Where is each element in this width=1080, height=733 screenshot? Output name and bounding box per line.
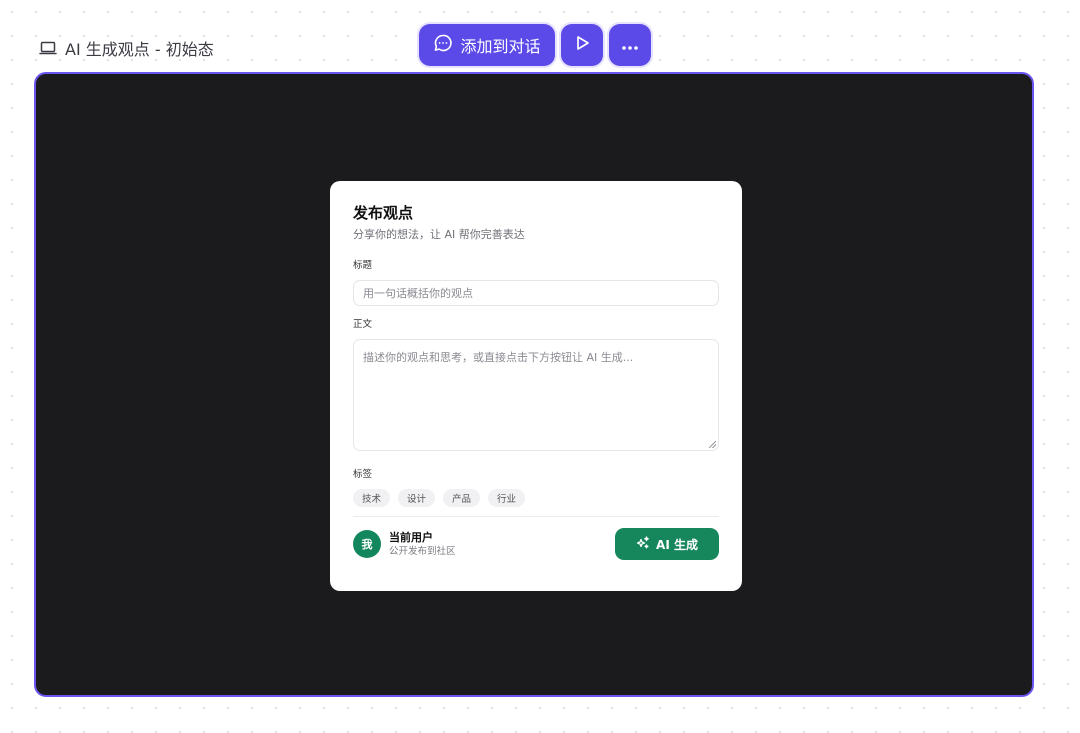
floating-toolbar: 添加到对话: [419, 24, 651, 66]
tags-label: 标签: [353, 469, 373, 480]
add-to-chat-label: 添加到对话: [460, 37, 541, 56]
title-input[interactable]: 用一句话概括你的观点: [353, 280, 719, 306]
card-title: 发布观点: [353, 204, 414, 222]
add-to-chat-button[interactable]: 添加到对话: [419, 24, 555, 66]
publish-opinion-card: 发布观点 分享你的想法，让 AI 帮你完善表达 标题 用一句话概括你的观点 正文…: [330, 181, 742, 591]
sparkles-icon: [636, 535, 650, 553]
laptop-icon: [39, 41, 57, 55]
frame-title: AI 生成观点 - 初始态: [39, 37, 214, 59]
body-field-label: 正文: [353, 319, 373, 330]
resize-handle-icon[interactable]: [709, 441, 716, 448]
tag-chip[interactable]: 产品: [443, 489, 481, 507]
play-button[interactable]: [561, 24, 603, 66]
card-footer: 我 当前用户 公开发布到社区 AI 生成: [353, 528, 719, 560]
footer-divider: [353, 516, 719, 517]
user-visibility: 公开发布到社区: [389, 545, 456, 557]
tag-chip[interactable]: 设计: [398, 489, 436, 507]
title-input-placeholder: 用一句话概括你的观点: [363, 287, 473, 300]
card-subtitle: 分享你的想法，让 AI 帮你完善表达: [353, 228, 525, 241]
tag-chip[interactable]: 技术: [353, 489, 391, 507]
chat-bubble-icon: [433, 33, 453, 57]
ai-generate-label: AI 生成: [656, 537, 698, 552]
avatar: 我: [353, 530, 381, 558]
more-button[interactable]: [609, 24, 651, 66]
frame-title-text: AI 生成观点 - 初始态: [65, 40, 214, 59]
tag-chip[interactable]: 行业: [488, 489, 526, 507]
body-textarea-placeholder: 描述你的观点和思考，或直接点击下方按钮让 AI 生成...: [363, 351, 634, 364]
preview-canvas: 发布观点 分享你的想法，让 AI 帮你完善表达 标题 用一句话概括你的观点 正文…: [34, 72, 1034, 697]
more-horizontal-icon: [621, 36, 639, 55]
title-field-label: 标题: [353, 260, 373, 271]
ai-generate-button[interactable]: AI 生成: [615, 528, 719, 560]
play-icon: [573, 34, 591, 56]
user-name: 当前用户: [389, 530, 433, 544]
tag-list: 技术 设计 产品 行业: [353, 489, 719, 507]
user-info: 我 当前用户 公开发布到社区: [353, 530, 456, 558]
body-textarea[interactable]: 描述你的观点和思考，或直接点击下方按钮让 AI 生成...: [353, 339, 719, 451]
